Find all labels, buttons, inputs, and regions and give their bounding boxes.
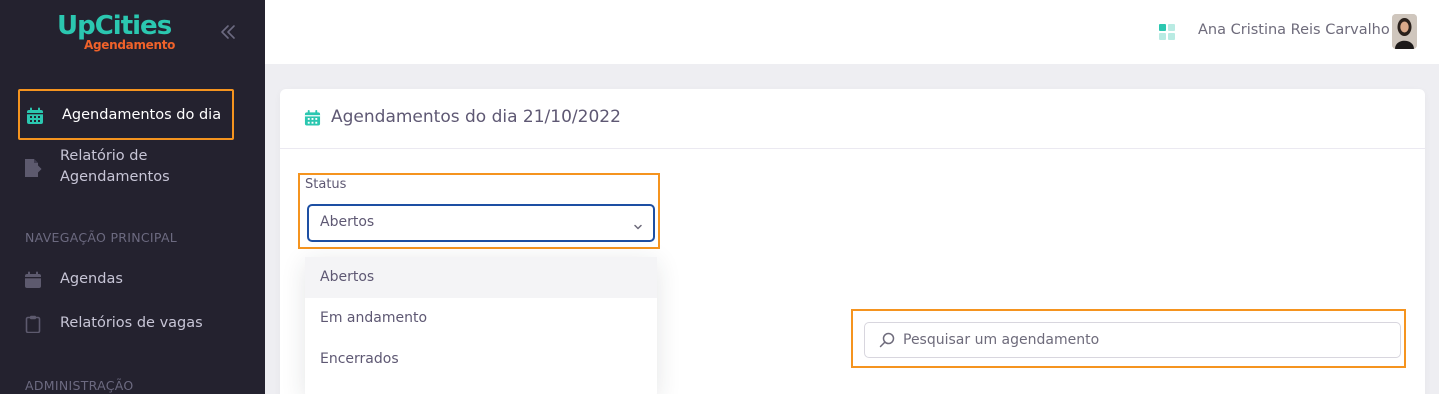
option-label: Abertos <box>320 269 375 285</box>
calendar-icon <box>26 107 44 125</box>
file-export-icon <box>24 158 42 177</box>
chevrons-left-icon[interactable] <box>218 22 238 42</box>
search-group <box>851 309 1406 368</box>
sidebar-item-label: Agendamentos <box>60 169 170 185</box>
section-title: ADMINISTRAÇÃO <box>25 378 134 393</box>
topbar: Ana Cristina Reis Carvalho <box>265 0 1439 64</box>
sidebar-item-agendamentos-do-dia[interactable]: Agendamentos do dia <box>18 89 234 140</box>
page-title: Agendamentos do dia 21/10/2022 <box>331 107 621 127</box>
sidebar-item-agendas[interactable]: Agendas <box>18 269 234 291</box>
option-label: Encerrados <box>320 351 399 367</box>
status-label: Status <box>305 177 347 192</box>
status-selected-value: Abertos <box>320 214 375 230</box>
grid-icon[interactable] <box>1159 24 1175 40</box>
clipboard-icon <box>24 315 42 334</box>
status-option-encerrados[interactable]: Encerrados <box>305 339 657 380</box>
sidebar-item-label: Relatórios de vagas <box>60 315 203 331</box>
logo-name: UpCities <box>57 11 172 41</box>
card-header: Agendamentos do dia 21/10/2022 <box>280 89 1425 149</box>
search-box[interactable] <box>864 322 1401 358</box>
status-filter: Status Abertos <box>298 173 660 249</box>
sidebar-item-relatorios-de-vagas[interactable]: Relatórios de vagas <box>18 313 234 335</box>
chevron-down-icon <box>633 217 643 230</box>
status-select[interactable]: Abertos <box>307 204 655 242</box>
sidebar: UpCities Agendamento Agendamentos do dia… <box>0 0 265 394</box>
sidebar-header: UpCities Agendamento <box>0 0 265 64</box>
calendar-icon <box>304 109 321 127</box>
sidebar-item-label: Agendamentos do dia <box>62 107 222 123</box>
status-dropdown-menu: Abertos Em andamento Encerrados <box>305 257 657 394</box>
sidebar-item-label: Relatório de <box>60 148 148 164</box>
avatar[interactable] <box>1392 14 1417 49</box>
logo-subtitle: Agendamento <box>84 38 176 52</box>
section-title: NAVEGAÇÃO PRINCIPAL <box>25 230 178 245</box>
option-label: Em andamento <box>320 310 428 326</box>
sidebar-item-label: Agendas <box>60 271 123 287</box>
logo[interactable]: UpCities Agendamento <box>57 12 177 54</box>
search-input[interactable] <box>903 329 1383 351</box>
search-icon <box>879 332 895 348</box>
status-option-abertos[interactable]: Abertos <box>305 257 657 298</box>
calendar-icon <box>24 271 42 289</box>
status-option-em-andamento[interactable]: Em andamento <box>305 298 657 339</box>
user-name[interactable]: Ana Cristina Reis Carvalho <box>1198 22 1390 38</box>
sidebar-item-relatorio-de-agendamentos[interactable]: Relatório de Agendamentos <box>18 146 234 192</box>
